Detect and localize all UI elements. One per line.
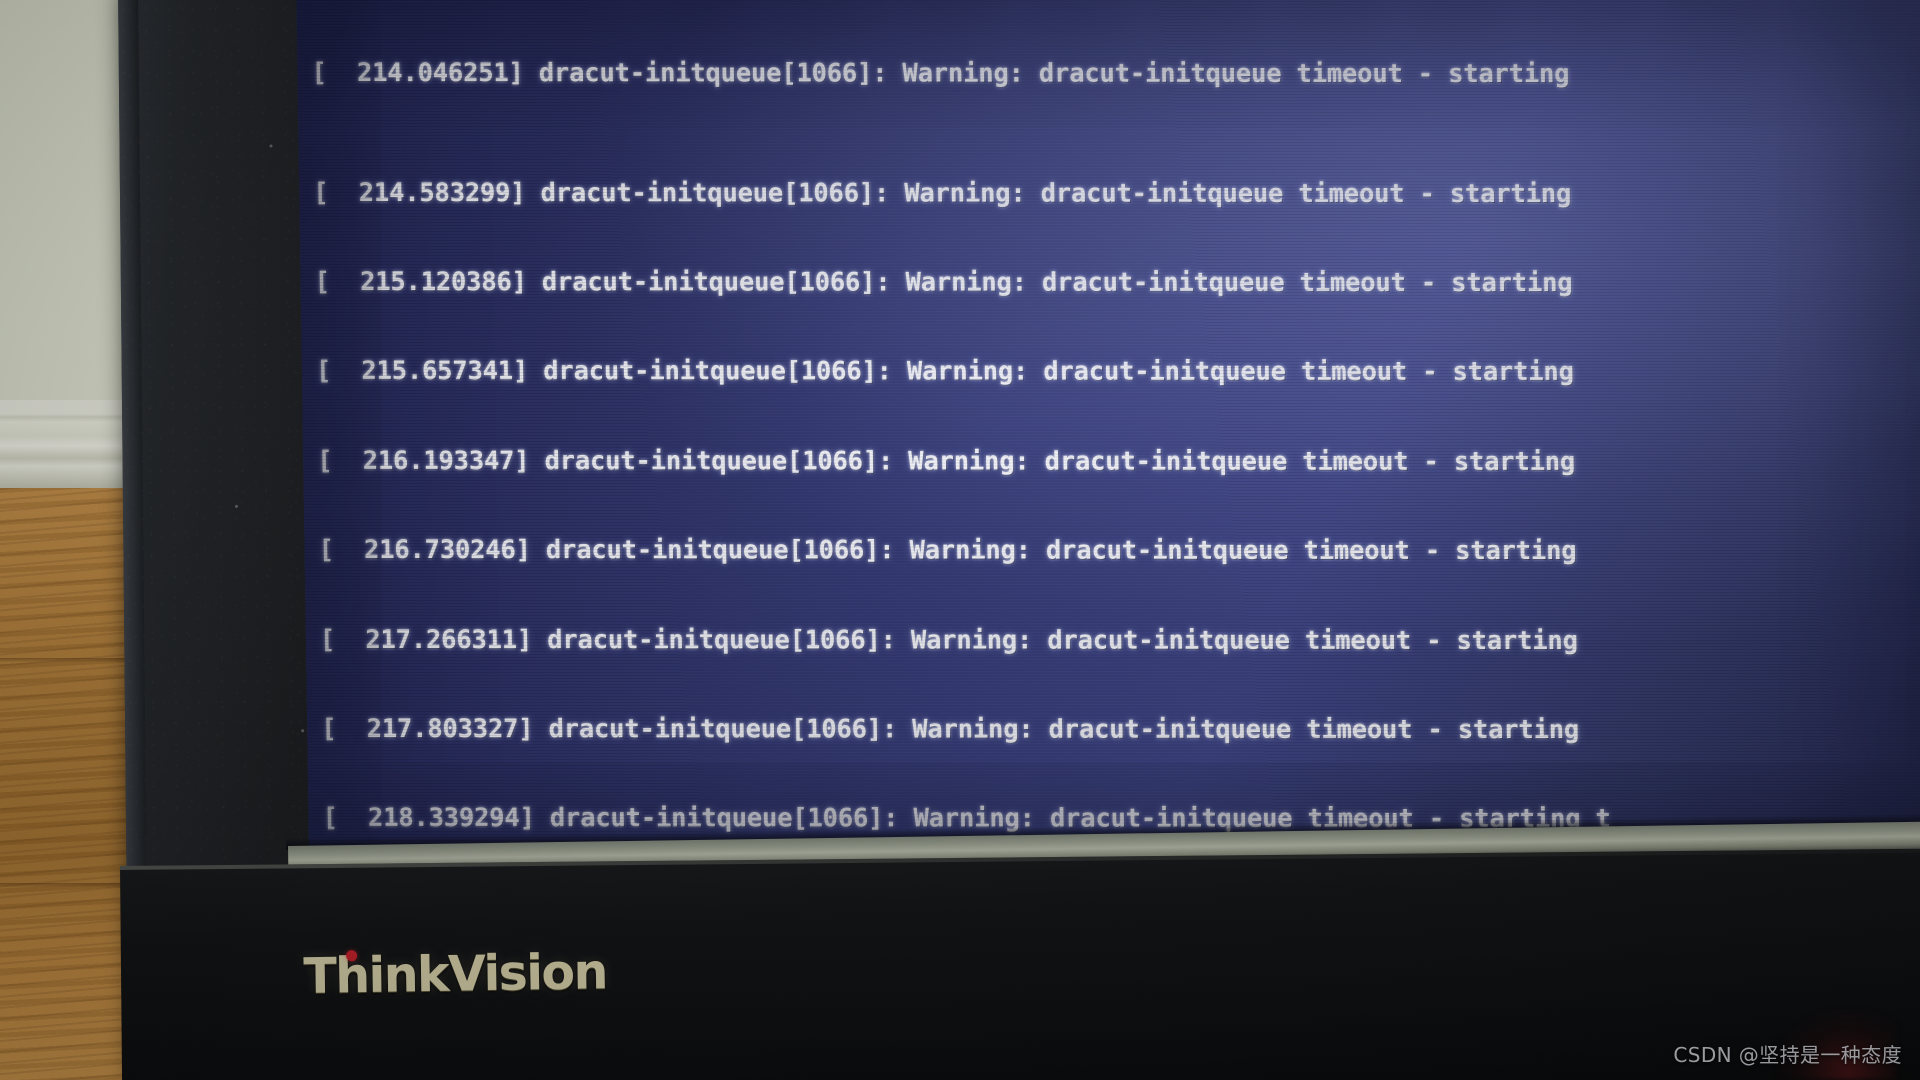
console-line-kernel: [ 215.657341] dracut-initqueue[1066]: Wa… (315, 356, 1574, 388)
console-output: [ 214.046251] dracut-initqueue[1066]: Wa… (310, 0, 1920, 871)
console-line-kernel: [ 217.803327] dracut-initqueue[1066]: Wa… (321, 713, 1595, 745)
console-line-partial-top: [ 214.046251] dracut-initqueue[1066]: Wa… (311, 58, 1570, 90)
photo-scene: [ 214.046251] dracut-initqueue[1066]: Wa… (0, 0, 1920, 1080)
thinkvision-logo: ThinkVision (303, 943, 607, 1005)
console-line-kernel: [ 217.266311] dracut-initqueue[1066]: Wa… (319, 624, 1578, 656)
console-line-kernel: [ 216.193347] dracut-initqueue[1066]: Wa… (317, 445, 1576, 477)
console-line-kernel: [ 215.120386] dracut-initqueue[1066]: Wa… (314, 266, 1573, 299)
thinkvision-logo-dot-icon (346, 950, 358, 962)
monitor-screen: [ 214.046251] dracut-initqueue[1066]: Wa… (296, 0, 1920, 872)
csdn-watermark: CSDN @坚持是一种态度 (1673, 1043, 1902, 1067)
console-line-kernel: [ 216.730246] dracut-initqueue[1066]: Wa… (318, 535, 1577, 567)
console-line-kernel: [ 214.583299] dracut-initqueue[1066]: Wa… (313, 177, 1572, 209)
